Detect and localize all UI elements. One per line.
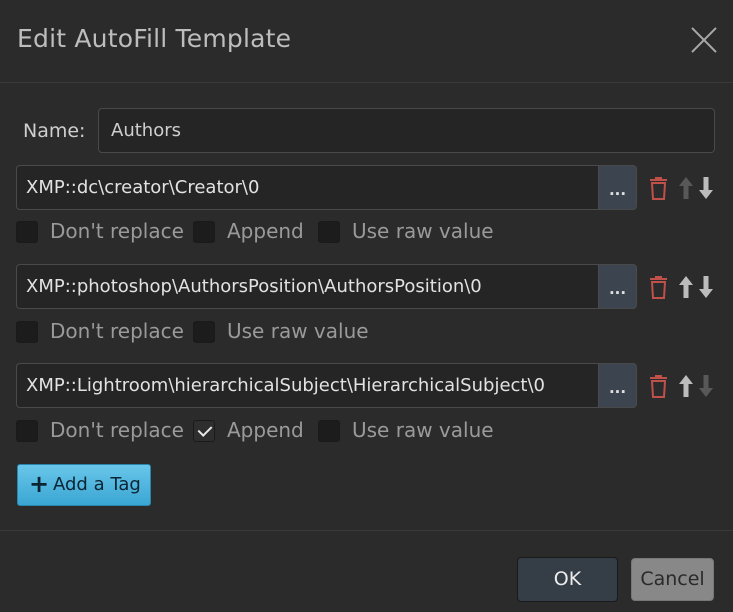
move-up-icon[interactable] — [678, 374, 694, 398]
checkbox-label: Use raw value — [352, 418, 494, 442]
footer-divider — [0, 530, 733, 531]
checkbox-box[interactable] — [193, 221, 215, 243]
trash-icon[interactable] — [649, 374, 668, 398]
checkbox-label: Don't replace — [50, 219, 184, 243]
checkbox-label: Don't replace — [50, 319, 184, 343]
name-label: Name: — [23, 120, 86, 142]
move-down-icon[interactable] — [698, 176, 714, 200]
trash-icon[interactable] — [649, 275, 668, 299]
checkbox-box[interactable] — [16, 221, 38, 243]
dialog-title: Edit AutoFill Template — [17, 24, 292, 53]
tag-input[interactable]: XMP::Lightroom\hierarchicalSubject\Hiera… — [16, 363, 598, 408]
checkbox-box[interactable] — [193, 321, 215, 343]
tag-row: XMP::photoshop\AuthorsPosition\AuthorsPo… — [16, 264, 716, 310]
checkbox-box-checked[interactable] — [193, 420, 215, 442]
ok-button[interactable]: OK — [517, 557, 618, 602]
name-input[interactable]: Authors — [98, 108, 715, 153]
trash-icon[interactable] — [649, 176, 668, 200]
checkbox-box[interactable] — [318, 221, 340, 243]
move-up-icon[interactable] — [678, 275, 694, 299]
cancel-button[interactable]: Cancel — [631, 558, 714, 601]
move-down-icon[interactable] — [698, 275, 714, 299]
checkbox-label: Don't replace — [50, 418, 184, 442]
tag-row: XMP::Lightroom\hierarchicalSubject\Hiera… — [16, 363, 716, 409]
checkbox-label: Use raw value — [352, 219, 494, 243]
browse-tag-button[interactable]: ... — [598, 363, 637, 408]
checkbox-box[interactable] — [16, 420, 38, 442]
checkbox-label: Append — [227, 418, 304, 442]
tag-row: XMP::dc\creator\Creator\0 ... — [16, 165, 716, 211]
browse-tag-button[interactable]: ... — [598, 165, 637, 210]
checkbox-label: Append — [227, 219, 304, 243]
plus-icon: + — [29, 470, 50, 498]
add-tag-button[interactable]: + Add a Tag — [17, 464, 151, 506]
tag-input[interactable]: XMP::photoshop\AuthorsPosition\AuthorsPo… — [16, 264, 598, 309]
move-down-icon[interactable] — [698, 374, 714, 398]
browse-tag-button[interactable]: ... — [598, 264, 637, 309]
checkbox-box[interactable] — [318, 420, 340, 442]
close-icon[interactable] — [690, 26, 718, 54]
move-up-icon[interactable] — [678, 176, 694, 200]
tag-input[interactable]: XMP::dc\creator\Creator\0 — [16, 165, 598, 210]
checkbox-box[interactable] — [16, 321, 38, 343]
checkbox-label: Use raw value — [227, 319, 369, 343]
add-tag-label: Add a Tag — [53, 474, 141, 495]
dialog-header: Edit AutoFill Template — [0, 0, 733, 83]
